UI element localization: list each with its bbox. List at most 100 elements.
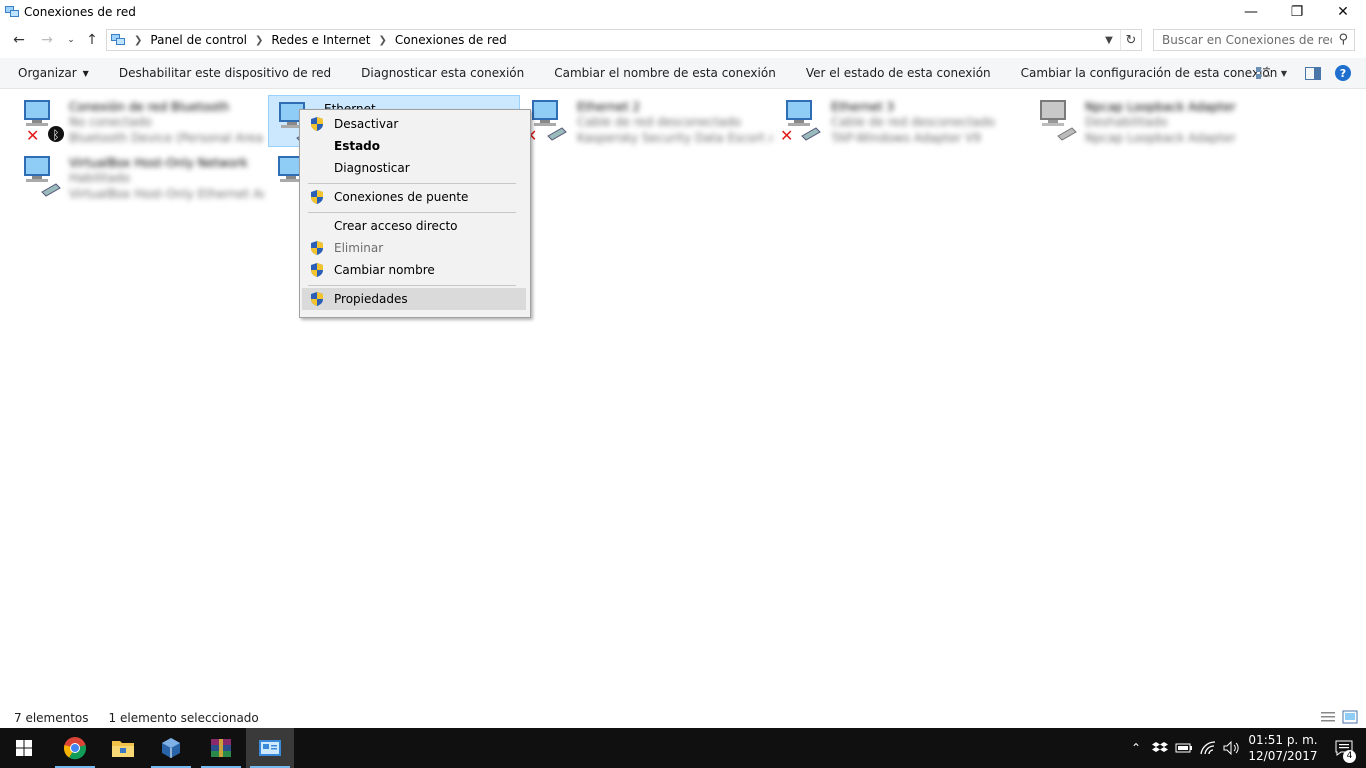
window-title: Conexiones de red bbox=[24, 5, 136, 19]
clock[interactable]: 01:51 p. m. 12/07/2017 bbox=[1244, 732, 1322, 764]
back-arrow-icon[interactable]: ← bbox=[9, 30, 29, 50]
menu-item-label: Desactivar bbox=[334, 117, 399, 131]
windows-logo-icon bbox=[16, 740, 32, 756]
connection-item-bluetooth[interactable]: ✕ ᛒ Conexión de red Bluetooth No conecta… bbox=[14, 94, 266, 146]
connection-item-ethernet-2[interactable]: ✕ Ethernet 2 Cable de red desconectado K… bbox=[522, 94, 774, 146]
search-icon[interactable]: ⚲ bbox=[1338, 32, 1348, 47]
rename-connection-button[interactable]: Cambiar el nombre de esta conexión bbox=[539, 58, 791, 88]
address-bar[interactable]: ❯ Panel de control ❯ Redes e Internet ❯ … bbox=[106, 29, 1142, 51]
menu-item-estado[interactable]: Estado bbox=[302, 135, 526, 157]
minimize-button[interactable]: — bbox=[1228, 0, 1274, 24]
search-input[interactable] bbox=[1160, 32, 1334, 48]
breadcrumb-item-redes-e-internet[interactable]: Redes e Internet bbox=[271, 33, 370, 47]
connection-status: Habilitado bbox=[69, 171, 131, 185]
network-connections-app-icon bbox=[5, 6, 19, 17]
connection-text: Ethernet 3 Cable de red desconectado TAP… bbox=[831, 100, 1026, 146]
close-button[interactable]: ✕ bbox=[1320, 0, 1366, 24]
connection-item-virtualbox[interactable]: VirtualBox Host-Only Network Habilitado … bbox=[14, 150, 266, 202]
network-connections-icon bbox=[259, 740, 281, 756]
taskbar-file-explorer[interactable] bbox=[99, 728, 147, 768]
menu-item-cambiar-nombre[interactable]: Cambiar nombre bbox=[302, 259, 526, 281]
selection-count: 1 elemento seleccionado bbox=[108, 711, 259, 725]
help-icon[interactable]: ? bbox=[1330, 58, 1356, 88]
disable-device-button[interactable]: Deshabilitar este dispositivo de red bbox=[104, 58, 346, 88]
change-view-icon[interactable] bbox=[1250, 58, 1276, 88]
connection-text: Npcap Loopback Adapter Deshabilitado Npc… bbox=[1085, 100, 1280, 146]
menu-item-conexiones-de-puente[interactable]: Conexiones de puente bbox=[302, 186, 526, 208]
menu-item-label: Diagnosticar bbox=[334, 161, 410, 175]
preview-pane-icon[interactable] bbox=[1300, 58, 1326, 88]
taskbar-virtualbox[interactable] bbox=[147, 728, 195, 768]
clock-time: 01:51 p. m. bbox=[1248, 733, 1318, 747]
taskbar: ⌃ 01:51 p. m. 12/07/2017 4 bbox=[0, 728, 1366, 768]
menu-item-crear-acceso-directo[interactable]: Crear acceso directo bbox=[302, 215, 526, 237]
view-options-chevron-icon[interactable]: ▼ bbox=[1276, 58, 1292, 88]
connection-status: Cable de red desconectado bbox=[577, 115, 741, 129]
red-x-icon: ✕ bbox=[780, 126, 793, 144]
control-panel-icon bbox=[111, 34, 125, 45]
taskbar-network-connections[interactable] bbox=[246, 728, 294, 768]
connection-name: Ethernet 2 bbox=[577, 100, 641, 114]
dropbox-icon[interactable] bbox=[1148, 741, 1172, 755]
chrome-icon bbox=[63, 737, 87, 760]
details-view-icon[interactable] bbox=[1320, 710, 1336, 724]
uac-shield-icon bbox=[311, 117, 323, 131]
up-arrow-icon[interactable]: ↑ bbox=[82, 30, 102, 50]
network-adapter-disabled-icon bbox=[1040, 100, 1077, 141]
breadcrumb-separator-icon[interactable]: ❯ bbox=[378, 35, 386, 46]
view-status-button[interactable]: Ver el estado de esta conexión bbox=[791, 58, 1006, 88]
menu-item-diagnosticar[interactable]: Diagnosticar bbox=[302, 157, 526, 179]
forward-arrow-icon[interactable]: → bbox=[37, 30, 57, 50]
connection-device: Bluetooth Device (Personal Area Network) bbox=[69, 131, 264, 145]
network-adapter-icon: ✕ bbox=[780, 100, 821, 144]
context-menu: Desactivar Estado Diagnosticar Conexione… bbox=[299, 109, 531, 318]
menu-item-label: Cambiar nombre bbox=[334, 263, 435, 277]
recent-locations-chevron-icon[interactable]: ⌄ bbox=[61, 30, 81, 50]
uac-shield-icon bbox=[311, 190, 323, 204]
organize-label: Organizar bbox=[18, 66, 77, 80]
connection-item-npcap-loopback[interactable]: Npcap Loopback Adapter Deshabilitado Npc… bbox=[1030, 94, 1282, 146]
action-center-button[interactable]: 4 bbox=[1322, 740, 1366, 763]
large-icons-view-icon[interactable] bbox=[1342, 710, 1358, 724]
breadcrumb-separator-icon[interactable]: ❯ bbox=[255, 35, 263, 46]
connections-list: ✕ ᛒ Conexión de red Bluetooth No conecta… bbox=[0, 90, 1366, 700]
connection-status: Deshabilitado bbox=[1085, 115, 1168, 129]
menu-item-label: Eliminar bbox=[334, 241, 384, 255]
breadcrumb: ❯ Panel de control ❯ Redes e Internet ❯ … bbox=[126, 33, 507, 47]
system-tray: ⌃ 01:51 p. m. 12/07/2017 4 bbox=[1124, 728, 1366, 768]
organize-button[interactable]: Organizar ▼ bbox=[0, 58, 104, 88]
connection-text: Conexión de red Bluetooth No conectado B… bbox=[69, 100, 264, 146]
menu-item-propiedades[interactable]: Propiedades bbox=[302, 288, 526, 310]
taskbar-winrar[interactable] bbox=[197, 728, 245, 768]
bluetooth-icon: ᛒ bbox=[52, 128, 59, 142]
window-controls: — ❐ ✕ bbox=[1228, 0, 1366, 24]
connection-item-ethernet-3[interactable]: ✕ Ethernet 3 Cable de red desconectado T… bbox=[776, 94, 1028, 146]
battery-icon[interactable] bbox=[1172, 742, 1196, 754]
refresh-icon[interactable]: ↻ bbox=[1120, 30, 1141, 50]
breadcrumb-item-panel-de-control[interactable]: Panel de control bbox=[150, 33, 247, 47]
start-button[interactable] bbox=[0, 728, 48, 768]
diagnose-connection-button[interactable]: Diagnosticar esta conexión bbox=[346, 58, 539, 88]
network-adapter-icon bbox=[24, 156, 61, 197]
menu-item-eliminar[interactable]: Eliminar bbox=[302, 237, 526, 259]
address-dropdown-chevron-icon[interactable]: ▼ bbox=[1099, 30, 1119, 50]
connection-name: Ethernet 3 bbox=[831, 100, 895, 114]
menu-separator bbox=[308, 183, 516, 184]
network-adapter-icon: ✕ ᛒ bbox=[24, 100, 64, 144]
volume-icon[interactable] bbox=[1220, 741, 1244, 755]
wifi-icon[interactable] bbox=[1196, 741, 1220, 755]
show-hidden-icons-chevron-icon[interactable]: ⌃ bbox=[1124, 741, 1148, 755]
status-bar: 7 elementos 1 elemento seleccionado bbox=[0, 708, 1366, 728]
menu-item-label: Estado bbox=[334, 139, 381, 153]
breadcrumb-separator-icon[interactable]: ❯ bbox=[134, 35, 142, 46]
winrar-icon bbox=[211, 739, 231, 757]
menu-item-label: Crear acceso directo bbox=[334, 219, 458, 233]
connection-text: VirtualBox Host-Only Network Habilitado … bbox=[69, 156, 264, 202]
menu-item-desactivar[interactable]: Desactivar bbox=[302, 113, 526, 135]
svg-text:?: ? bbox=[1340, 67, 1346, 80]
breadcrumb-item-conexiones-de-red[interactable]: Conexiones de red bbox=[395, 33, 507, 47]
taskbar-chrome[interactable] bbox=[51, 728, 99, 768]
command-bar-right: ▼ ? bbox=[1250, 58, 1366, 88]
connection-name: Npcap Loopback Adapter bbox=[1085, 100, 1236, 114]
restore-button[interactable]: ❐ bbox=[1274, 0, 1320, 24]
